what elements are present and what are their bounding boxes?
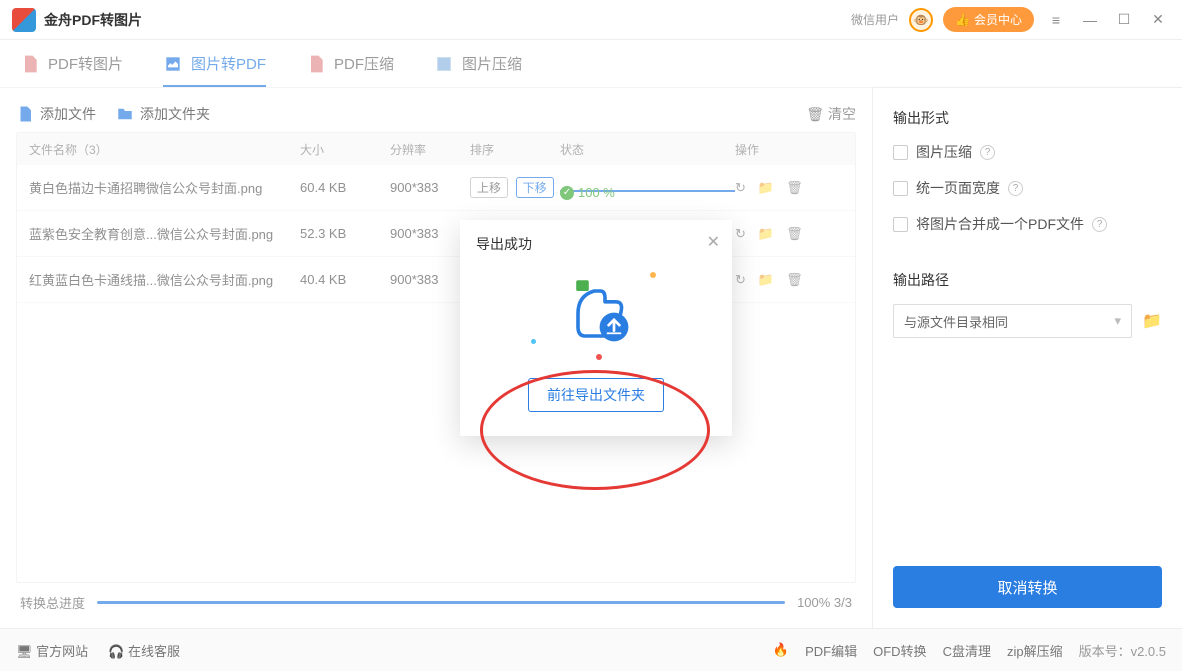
option-compress[interactable]: 图片压缩 ? <box>893 142 1162 162</box>
headset-icon: 🎧 <box>108 644 124 659</box>
modal-overlay <box>0 40 872 628</box>
minimize-icon[interactable]: — <box>1078 8 1102 32</box>
open-export-folder-button[interactable]: 前往导出文件夹 <box>528 378 664 412</box>
help-icon[interactable]: ? <box>1092 217 1107 232</box>
footer-link[interactable]: zip解压缩 <box>1007 641 1063 660</box>
output-format-title: 输出形式 <box>893 108 1162 128</box>
dialog-illustration <box>476 254 716 364</box>
monitor-icon: 🖥 <box>16 644 33 659</box>
version-label: 版本号：v2.0.5 <box>1079 641 1166 660</box>
dialog-title: 导出成功 <box>476 234 716 254</box>
maximize-icon[interactable]: ☐ <box>1112 8 1136 32</box>
checkbox[interactable] <box>893 145 908 160</box>
footer-link[interactable]: C盘清理 <box>943 641 991 660</box>
checkbox[interactable] <box>893 181 908 196</box>
cancel-convert-button[interactable]: 取消转换 <box>893 566 1162 608</box>
output-path-title: 输出路径 <box>893 270 1162 290</box>
sidebar: 输出形式 图片压缩 ? 统一页面宽度 ? 将图片合并成一个PDF文件 ? 输出路… <box>872 88 1182 628</box>
dialog-close-icon[interactable]: ✕ <box>707 232 720 252</box>
output-path-select[interactable]: 与源文件目录相同 <box>893 304 1132 338</box>
app-title: 金舟PDF转图片 <box>44 10 142 30</box>
help-icon[interactable]: ? <box>1008 181 1023 196</box>
close-icon[interactable]: ✕ <box>1146 8 1170 32</box>
thumbs-up-icon: 👍 <box>955 13 970 27</box>
customer-service-link[interactable]: 🎧 在线客服 <box>108 641 180 660</box>
thumbs-up-icon <box>551 264 641 354</box>
option-uniform-width[interactable]: 统一页面宽度 ? <box>893 178 1162 198</box>
member-center-button[interactable]: 👍 会员中心 <box>943 7 1034 32</box>
hot-icon: 🔥 <box>773 642 789 658</box>
help-icon[interactable]: ? <box>980 145 995 160</box>
user-label: 微信用户 <box>851 11 899 28</box>
browse-folder-icon[interactable]: 📁 <box>1142 311 1162 331</box>
official-site-link[interactable]: 🖥 官方网站 <box>16 641 88 660</box>
footer-link[interactable]: PDF编辑 <box>805 641 857 660</box>
menu-icon[interactable]: ≡ <box>1044 8 1068 32</box>
avatar[interactable]: 🐵 <box>909 8 933 32</box>
titlebar: 金舟PDF转图片 微信用户 🐵 👍 会员中心 ≡ — ☐ ✕ <box>0 0 1182 40</box>
checkbox[interactable] <box>893 217 908 232</box>
footer-link[interactable]: OFD转换 <box>873 641 926 660</box>
option-merge-pdf[interactable]: 将图片合并成一个PDF文件 ? <box>893 214 1162 234</box>
app-logo <box>12 8 36 32</box>
export-success-dialog: 导出成功 ✕ 前往导出文件夹 <box>460 220 732 436</box>
footer: 🖥 官方网站 🎧 在线客服 🔥 PDF编辑 OFD转换 C盘清理 zip解压缩 … <box>0 628 1182 671</box>
